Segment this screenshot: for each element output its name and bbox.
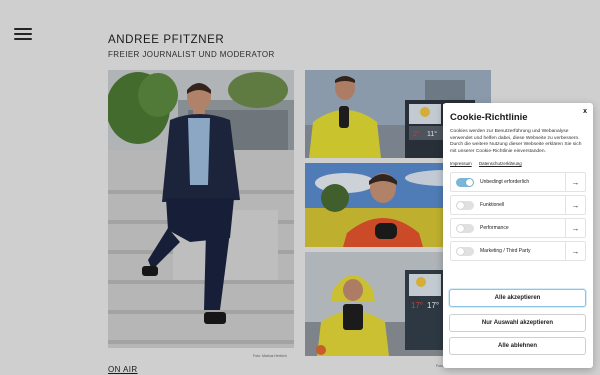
privacy-link[interactable]: Datenschutzerklärung	[479, 161, 522, 166]
category-marketing[interactable]: Marketing / Third Party →	[450, 241, 586, 262]
category-essential[interactable]: Unbedingt erforderlich →	[450, 172, 586, 193]
portrait-photo	[108, 70, 294, 348]
svg-text:17°: 17°	[411, 301, 423, 310]
page: ANDREE PFITZNER FREIER JOURNALIST UND MO…	[0, 0, 600, 375]
performance-toggle[interactable]	[456, 223, 474, 233]
photo-credit: Foto: Markus Hertrich	[253, 354, 287, 358]
accept-all-button[interactable]: Alle akzeptieren	[449, 289, 586, 307]
arrow-right-icon[interactable]: →	[565, 196, 585, 215]
cookie-categories: Unbedingt erforderlich → Funktionell → P…	[450, 172, 586, 262]
svg-text:17°: 17°	[427, 301, 439, 310]
category-label: Funktionell	[480, 202, 505, 209]
category-functional[interactable]: Funktionell →	[450, 195, 586, 216]
on-air-link[interactable]: ON AIR	[108, 365, 138, 374]
site-subtitle: FREIER JOURNALIST UND MODERATOR	[108, 50, 275, 59]
svg-text:11°: 11°	[427, 130, 437, 138]
impressum-link[interactable]: Impressum	[450, 161, 472, 166]
cookie-title: Cookie-Richtlinie	[450, 112, 528, 123]
functional-toggle[interactable]	[456, 200, 474, 210]
reject-all-button[interactable]: Alle ablehnen	[449, 337, 586, 355]
cookie-links: Impressum Datenschutzerklärung	[450, 161, 586, 166]
arrow-right-icon[interactable]: →	[565, 173, 585, 192]
svg-text:2°: 2°	[413, 130, 420, 138]
category-performance[interactable]: Performance →	[450, 218, 586, 239]
category-label: Performance	[480, 225, 509, 232]
cookie-dialog: x Cookie-Richtlinie Cookies werden zur B…	[443, 103, 593, 368]
site-title[interactable]: ANDREE PFITZNER	[108, 34, 224, 46]
accept-selection-button[interactable]: Nur Auswahl akzeptieren	[449, 314, 586, 332]
arrow-right-icon[interactable]: →	[565, 242, 585, 261]
category-label: Marketing / Third Party	[480, 248, 531, 255]
menu-icon[interactable]	[14, 28, 32, 40]
cookie-description: Cookies werden zur Benutzerführung und W…	[450, 129, 582, 154]
arrow-right-icon[interactable]: →	[565, 219, 585, 238]
category-label: Unbedingt erforderlich	[480, 179, 530, 186]
close-icon[interactable]: x	[583, 108, 587, 115]
essential-toggle[interactable]	[456, 177, 474, 187]
marketing-toggle[interactable]	[456, 246, 474, 256]
